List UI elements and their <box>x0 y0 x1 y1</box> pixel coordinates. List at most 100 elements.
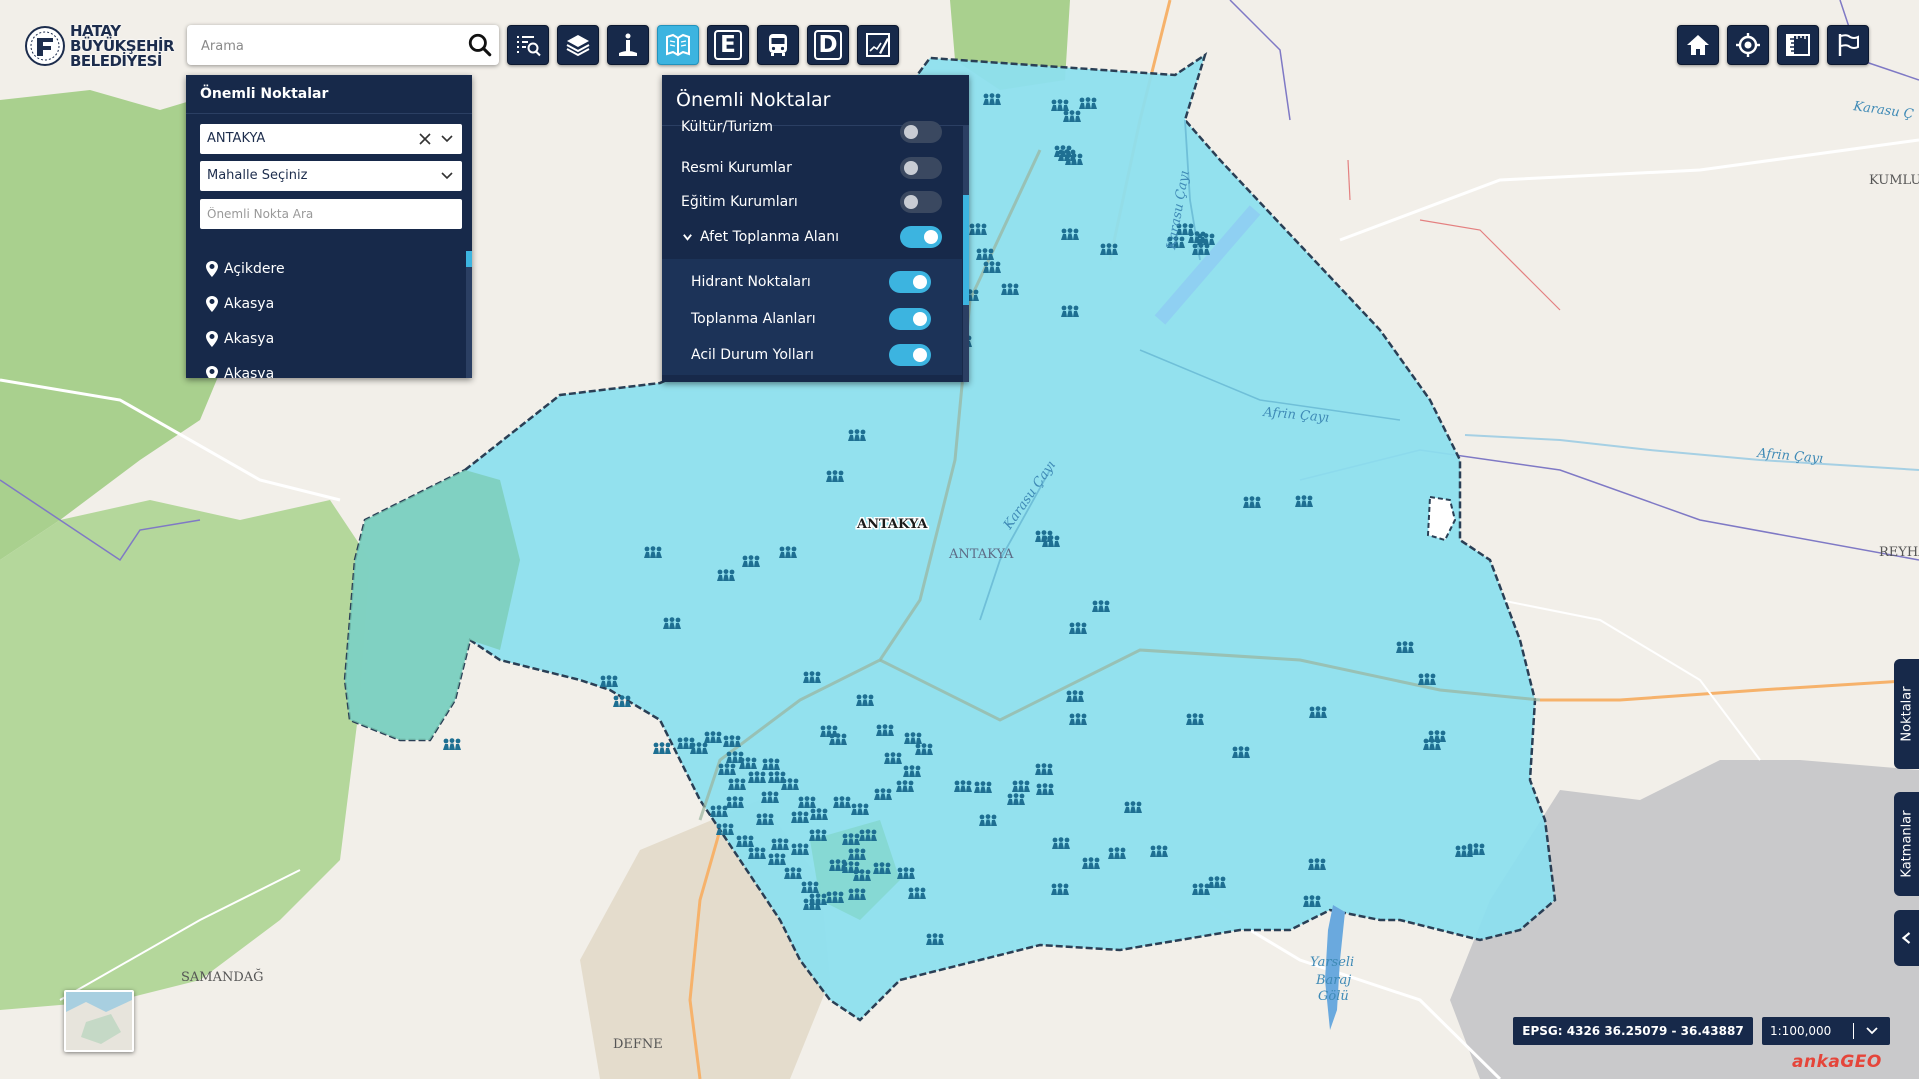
assembly-area-marker-icon[interactable] <box>677 737 695 749</box>
assembly-area-marker-icon[interactable] <box>1082 857 1100 869</box>
assembly-area-marker-icon[interactable] <box>756 813 774 825</box>
collapse-panel-button[interactable] <box>1894 910 1919 966</box>
assembly-area-marker-icon[interactable] <box>801 881 819 893</box>
info-point-button[interactable] <box>607 25 649 65</box>
search-input[interactable] <box>199 35 453 57</box>
assembly-area-marker-icon[interactable] <box>748 771 766 783</box>
list-scrollbar[interactable] <box>466 251 472 378</box>
layer-row-hydrants[interactable]: Hidrant Noktaları <box>662 265 962 299</box>
list-search-button[interactable] <box>507 25 549 65</box>
assembly-area-marker-icon[interactable] <box>1418 673 1436 685</box>
assembly-area-marker-icon[interactable] <box>969 223 987 235</box>
assembly-area-marker-icon[interactable] <box>915 743 933 755</box>
assembly-area-marker-icon[interactable] <box>1192 243 1210 255</box>
assembly-area-marker-icon[interactable] <box>1303 895 1321 907</box>
assembly-area-marker-icon[interactable] <box>926 933 944 945</box>
bus-button[interactable] <box>757 25 799 65</box>
assembly-area-marker-icon[interactable] <box>663 617 681 629</box>
assembly-area-marker-icon[interactable] <box>904 732 922 744</box>
assembly-area-marker-icon[interactable] <box>1150 845 1168 857</box>
scrollbar-thumb[interactable] <box>466 251 472 267</box>
assembly-area-marker-icon[interactable] <box>726 751 744 763</box>
assembly-area-marker-icon[interactable] <box>848 888 866 900</box>
assembly-area-marker-icon[interactable] <box>1208 876 1226 888</box>
assembly-area-marker-icon[interactable] <box>833 796 851 808</box>
tab-points[interactable]: Noktalar <box>1894 659 1919 769</box>
assembly-area-marker-icon[interactable] <box>873 862 891 874</box>
assembly-area-marker-icon[interactable] <box>1308 858 1326 870</box>
search-icon[interactable] <box>467 32 493 58</box>
assembly-area-marker-icon[interactable] <box>1100 243 1118 255</box>
assembly-area-marker-icon[interactable] <box>908 887 926 899</box>
layer-row-assembly[interactable]: Toplanma Alanları <box>662 302 962 336</box>
assembly-area-marker-icon[interactable] <box>710 805 728 817</box>
assembly-area-marker-icon[interactable] <box>1052 837 1070 849</box>
scale-select[interactable]: 1:100,000 <box>1762 1017 1890 1045</box>
assembly-area-marker-icon[interactable] <box>1069 622 1087 634</box>
point-search-input[interactable] <box>200 199 462 229</box>
assembly-area-marker-icon[interactable] <box>779 546 797 558</box>
layers-scrollbar[interactable] <box>963 125 969 382</box>
tab-layers[interactable]: Katmanlar <box>1894 792 1919 896</box>
assembly-area-marker-icon[interactable] <box>771 838 789 850</box>
assembly-area-marker-icon[interactable] <box>1063 110 1081 122</box>
ruler-button[interactable] <box>1777 25 1819 65</box>
assembly-area-marker-icon[interactable] <box>1061 228 1079 240</box>
district-select[interactable]: ANTAKYA <box>200 124 462 154</box>
assembly-area-marker-icon[interactable] <box>791 843 809 855</box>
list-item[interactable]: Açikdere <box>186 251 466 286</box>
assembly-area-marker-icon[interactable] <box>1065 153 1083 165</box>
list-item[interactable]: Akasya <box>186 356 466 378</box>
layer-toggle[interactable] <box>900 157 942 179</box>
assembly-area-marker-icon[interactable] <box>803 898 821 910</box>
assembly-area-marker-icon[interactable] <box>742 555 760 567</box>
assembly-area-marker-icon[interactable] <box>791 811 809 823</box>
assembly-area-marker-icon[interactable] <box>903 765 921 777</box>
layer-row-emergency[interactable]: Acil Durum Yolları <box>662 338 962 372</box>
map-edit-button[interactable] <box>857 25 899 65</box>
layer-toggle[interactable] <box>889 271 931 293</box>
assembly-area-marker-icon[interactable] <box>1124 801 1142 813</box>
assembly-area-marker-icon[interactable] <box>848 848 866 860</box>
assembly-area-marker-icon[interactable] <box>1396 641 1414 653</box>
assembly-area-marker-icon[interactable] <box>728 778 746 790</box>
assembly-area-marker-icon[interactable] <box>748 847 766 859</box>
assembly-area-marker-icon[interactable] <box>653 742 671 754</box>
assembly-area-marker-icon[interactable] <box>1423 738 1441 750</box>
assembly-area-marker-icon[interactable] <box>1079 97 1097 109</box>
assembly-area-marker-icon[interactable] <box>1001 283 1019 295</box>
list-item[interactable]: Akasya <box>186 321 466 356</box>
municipality-logo[interactable]: HATAY BÜYÜKŞEHİR BELEDİYESİ <box>24 18 175 74</box>
assembly-area-marker-icon[interactable] <box>896 780 914 792</box>
assembly-area-marker-icon[interactable] <box>798 796 816 808</box>
assembly-area-marker-icon[interactable] <box>1092 600 1110 612</box>
flag-button[interactable] <box>1827 25 1869 65</box>
chevron-down-icon[interactable] <box>682 232 693 243</box>
layer-toggle[interactable] <box>900 121 942 143</box>
layer-toggle[interactable] <box>889 308 931 330</box>
assembly-area-marker-icon[interactable] <box>974 781 992 793</box>
assembly-area-marker-icon[interactable] <box>723 735 741 747</box>
assembly-area-marker-icon[interactable] <box>717 569 735 581</box>
assembly-area-marker-icon[interactable] <box>1192 883 1210 895</box>
assembly-area-marker-icon[interactable] <box>820 725 838 737</box>
neighborhood-select[interactable]: Mahalle Seçiniz <box>200 161 462 191</box>
layer-toggle[interactable] <box>900 191 942 213</box>
layer-row-disaster[interactable]: Afet Toplanma Alanı <box>662 220 962 254</box>
assembly-area-marker-icon[interactable] <box>1007 793 1025 805</box>
assembly-area-marker-icon[interactable] <box>848 429 866 441</box>
assembly-area-marker-icon[interactable] <box>859 829 877 841</box>
layer-toggle[interactable] <box>889 344 931 366</box>
assembly-area-marker-icon[interactable] <box>809 829 827 841</box>
layer-row-official[interactable]: Resmi Kurumlar <box>662 151 962 185</box>
assembly-area-marker-icon[interactable] <box>784 867 802 879</box>
assembly-area-marker-icon[interactable] <box>761 791 779 803</box>
basemap-switcher[interactable] <box>64 990 134 1052</box>
assembly-area-marker-icon[interactable] <box>762 758 780 770</box>
assembly-area-marker-icon[interactable] <box>1061 305 1079 317</box>
list-item[interactable]: Akasya <box>186 286 466 321</box>
letter-d-button[interactable]: D <box>807 25 849 65</box>
map-book-button[interactable] <box>657 25 699 65</box>
assembly-area-marker-icon[interactable] <box>1467 843 1485 855</box>
assembly-area-marker-icon[interactable] <box>704 731 722 743</box>
